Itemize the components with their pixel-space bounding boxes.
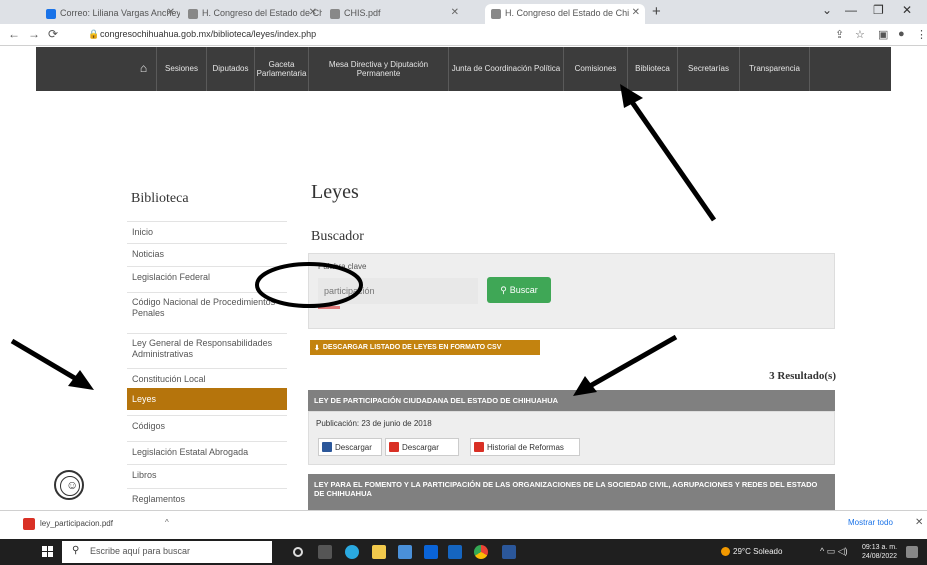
chevron-up-icon[interactable]: ^ bbox=[165, 518, 169, 527]
clock[interactable]: 09:13 a. m. 24/08/2022 bbox=[862, 543, 897, 561]
taskbar-search-input[interactable]: ⚲ Escribe aquí para buscar bbox=[62, 541, 272, 563]
search-icon: ⚲ bbox=[72, 545, 80, 556]
show-all-downloads[interactable]: Mostrar todo bbox=[848, 518, 893, 527]
pdf-icon bbox=[23, 518, 35, 530]
weather-icon bbox=[721, 547, 730, 556]
annotation-arrow bbox=[10, 338, 80, 383]
close-icon[interactable]: ✕ bbox=[915, 517, 923, 528]
windows-start-icon[interactable] bbox=[42, 546, 54, 558]
clock-time: 09:13 a. m. bbox=[862, 544, 898, 551]
notifications-icon[interactable] bbox=[906, 546, 918, 558]
file-explorer-icon[interactable] bbox=[372, 545, 386, 559]
store-icon[interactable] bbox=[398, 545, 412, 559]
cortana-icon[interactable] bbox=[293, 547, 303, 557]
annotation-overlay bbox=[10, 84, 717, 396]
annotation-arrow bbox=[629, 100, 717, 222]
outlook-icon[interactable] bbox=[448, 545, 462, 559]
annotation-arrowhead bbox=[68, 370, 94, 390]
downloaded-file[interactable]: ley_participacion.pdf bbox=[40, 519, 113, 528]
weather-status[interactable]: 29°C Soleado bbox=[733, 547, 782, 556]
clock-date: 24/08/2022 bbox=[862, 553, 898, 561]
downloads-bar: ley_participacion.pdf ^ Mostrar todo ✕ bbox=[0, 510, 927, 539]
task-view-icon[interactable] bbox=[318, 545, 332, 559]
chrome-icon[interactable] bbox=[474, 545, 488, 559]
annotation-circle bbox=[255, 262, 363, 308]
mail-icon[interactable] bbox=[424, 545, 438, 559]
edge-icon[interactable] bbox=[345, 545, 359, 559]
system-tray-icons[interactable]: ^ ▭ ◁) bbox=[820, 546, 848, 557]
windows-taskbar: ⚲ Escribe aquí para buscar 29°C Soleado … bbox=[0, 539, 927, 565]
word-icon[interactable] bbox=[502, 545, 516, 559]
annotation-arrow bbox=[588, 334, 678, 389]
